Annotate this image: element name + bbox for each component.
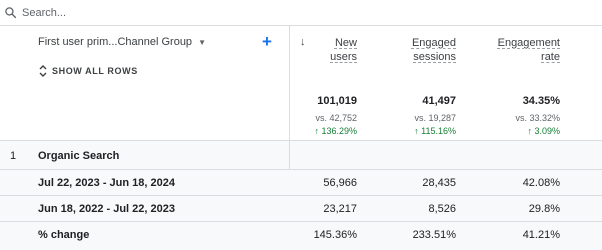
sort-down-arrow-icon[interactable]: ↓ xyxy=(300,36,306,48)
cell-engagement-rate: 41.21% xyxy=(522,229,560,241)
cell-engagement-rate: 42.08% xyxy=(522,177,560,189)
total-change: ↑ 136.29% xyxy=(314,126,357,136)
total-change-value: 3.09% xyxy=(534,126,560,136)
total-change-value: 115.16% xyxy=(421,126,456,136)
total-value: 41,497 xyxy=(422,95,456,107)
add-dimension-button[interactable]: + xyxy=(262,33,272,50)
cell-engaged-sessions: 8,526 xyxy=(428,203,456,215)
column-divider xyxy=(289,141,290,169)
row-label: % change xyxy=(38,229,90,241)
show-all-rows-button[interactable]: SHOW ALL ROWS xyxy=(38,65,138,77)
column-header-line2: users xyxy=(330,51,357,63)
search-input[interactable] xyxy=(22,3,322,23)
cell-new-users: 23,217 xyxy=(323,203,357,215)
total-new-users: 101,019 vs. 42,752 ↑ 136.29% xyxy=(314,95,357,136)
column-header-line1: Engaged xyxy=(411,37,456,49)
arrow-up-icon: ↑ xyxy=(527,126,532,136)
expand-icon xyxy=(39,65,47,77)
column-header-line2: rate xyxy=(541,51,560,63)
total-engagement-rate: 34.35% vs. 33.32% ↑ 3.09% xyxy=(515,95,560,136)
search-icon xyxy=(5,7,17,19)
table-row: Jul 22, 2023 - Jun 18, 2024 56,966 28,43… xyxy=(0,169,602,195)
row-index: 1 xyxy=(10,150,17,162)
total-value: 34.35% xyxy=(522,95,560,107)
cell-engagement-rate: 29.8% xyxy=(528,203,560,215)
column-header-new-users[interactable]: New users xyxy=(330,36,357,64)
column-header-engaged-sessions[interactable]: Engaged sessions xyxy=(412,36,456,64)
caret-down-icon: ▼ xyxy=(198,37,206,47)
arrow-up-icon: ↑ xyxy=(414,126,419,136)
table-row: Jun 18, 2022 - Jul 22, 2023 23,217 8,526… xyxy=(0,195,602,221)
total-change: ↑ 3.09% xyxy=(515,126,560,136)
cell-engaged-sessions: 28,435 xyxy=(422,177,456,189)
total-comparison: vs. 42,752 xyxy=(315,113,357,123)
total-value: 101,019 xyxy=(317,95,357,107)
column-header-line2: sessions xyxy=(413,51,456,63)
table-row: % change 145.36% 233.51% 41.21% xyxy=(0,221,602,250)
arrow-up-icon: ↑ xyxy=(314,126,319,136)
total-engaged-sessions: 41,497 vs. 19,287 ↑ 115.16% xyxy=(414,95,456,136)
column-header-line1: New xyxy=(334,37,357,49)
total-comparison: vs. 33.32% xyxy=(515,113,560,123)
dimension-selector[interactable]: First user prim...Channel Group ▼ xyxy=(38,36,206,48)
column-header-engagement-rate[interactable]: Engagement rate xyxy=(498,36,560,64)
cell-new-users: 145.36% xyxy=(313,229,357,241)
total-change: ↑ 115.16% xyxy=(414,126,456,136)
row-label: Jul 22, 2023 - Jun 18, 2024 xyxy=(38,177,175,189)
row-label: Organic Search xyxy=(38,150,120,162)
show-all-rows-label: SHOW ALL ROWS xyxy=(52,66,138,76)
total-comparison: vs. 19,287 xyxy=(414,113,456,123)
row-label: Jun 18, 2022 - Jul 22, 2023 xyxy=(38,203,175,215)
search-bar xyxy=(0,0,602,26)
column-header-line1: Engagement xyxy=(497,37,560,49)
table-group-row: 1 Organic Search xyxy=(0,140,602,169)
cell-engaged-sessions: 233.51% xyxy=(412,229,456,241)
total-change-value: 136.29% xyxy=(321,126,357,136)
dimension-label: First user prim...Channel Group xyxy=(38,36,193,48)
cell-new-users: 56,966 xyxy=(323,177,357,189)
column-divider xyxy=(289,26,290,140)
